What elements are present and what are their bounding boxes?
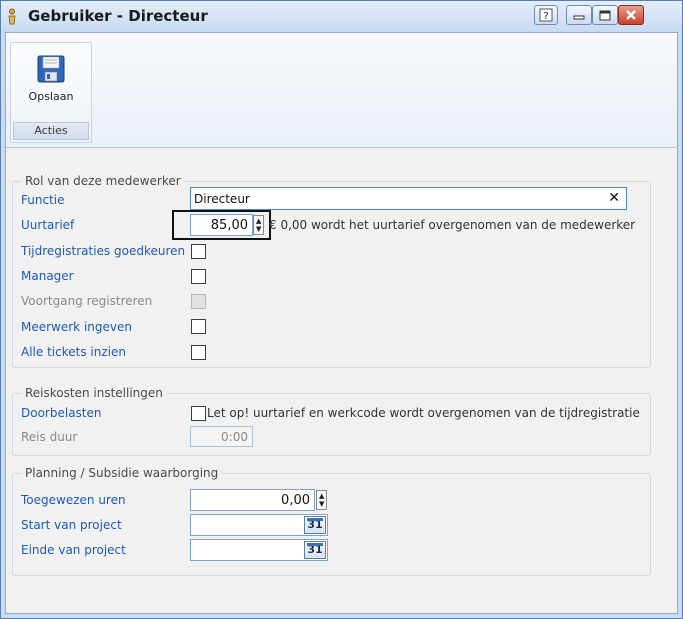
uurtarief-value: 85,00 [210, 218, 248, 233]
functie-field[interactable]: Directeur ✕ [190, 187, 627, 210]
einde-project-label: Einde van project [21, 543, 126, 557]
functie-label: Functie [21, 193, 65, 207]
spin-up-icon[interactable]: ▲ [256, 218, 261, 225]
save-button[interactable]: Opslaan [14, 46, 88, 108]
floppy-disk-icon [37, 55, 65, 83]
calendar-icon[interactable]: 31 [304, 516, 326, 534]
ribbon: Opslaan Acties [6, 33, 677, 148]
svg-text:?: ? [543, 11, 548, 22]
toegewezen-uren-field[interactable]: 0,00 [190, 489, 315, 511]
uurtarief-help: € 0,00 wordt het uurtarief overgenomen v… [269, 218, 636, 232]
minimize-icon [573, 15, 585, 20]
calendar-icon[interactable]: 31 [304, 541, 326, 559]
spin-up-icon[interactable]: ▲ [319, 493, 324, 500]
save-label: Opslaan [28, 90, 74, 103]
ribbon-group-acties: Opslaan Acties [10, 42, 92, 143]
close-icon [626, 10, 636, 20]
toegewezen-uren-label: Toegewezen uren [21, 493, 126, 507]
dialog-window: Gebruiker - Directeur ? Opslaan Acties R… [0, 0, 683, 619]
meerwerk-checkbox[interactable] [191, 319, 206, 334]
spin-down-icon[interactable]: ▼ [319, 501, 324, 508]
ribbon-group-label: Acties [13, 122, 89, 140]
manager-label: Manager [21, 269, 74, 283]
toegewezen-uren-value: 0,00 [281, 493, 310, 508]
close-button[interactable] [618, 5, 644, 25]
maximize-button[interactable] [592, 5, 618, 25]
functie-value: Directeur [194, 192, 250, 206]
doorbelasten-label: Doorbelasten [21, 406, 102, 420]
start-project-label: Start van project [21, 518, 122, 532]
voortgang-checkbox [191, 294, 206, 309]
clear-icon[interactable]: ✕ [608, 190, 620, 206]
meerwerk-label: Meerwerk ingeven [21, 320, 132, 334]
tickets-label: Alle tickets inzien [21, 345, 126, 359]
manager-checkbox[interactable] [191, 269, 206, 284]
tickets-checkbox[interactable] [191, 345, 206, 360]
maximize-icon [599, 10, 611, 20]
reisduur-label: Reis duur [21, 430, 78, 444]
doorbelasten-help: Let op! uurtarief en werkcode wordt over… [207, 406, 640, 420]
user-icon [8, 8, 16, 25]
travel-legend: Reiskosten instellingen [21, 386, 167, 400]
help-button[interactable]: ? [534, 5, 558, 25]
reisduur-value: 0:00 [221, 430, 248, 444]
planning-legend: Planning / Subsidie waarborging [21, 466, 223, 480]
doorbelasten-checkbox[interactable] [191, 406, 206, 421]
title-bar[interactable]: Gebruiker - Directeur ? [1, 1, 682, 32]
spin-down-icon[interactable]: ▼ [256, 226, 261, 233]
toegewezen-uren-stepper[interactable]: ▲ ▼ [316, 490, 327, 510]
tijdregistraties-label: Tijdregistraties goedkeuren [21, 244, 186, 258]
travel-fieldset: Reiskosten instellingen [12, 386, 651, 456]
uurtarief-label: Uurtarief [21, 218, 75, 232]
role-legend: Rol van deze medewerker [21, 174, 185, 188]
window-title: Gebruiker - Directeur [28, 7, 208, 25]
dialog-content: Opslaan Acties Rol van deze medewerker F… [5, 32, 678, 614]
reisduur-field: 0:00 [190, 426, 253, 447]
voortgang-label: Voortgang registreren [21, 294, 153, 308]
minimize-button[interactable] [566, 5, 592, 25]
tijdregistraties-checkbox[interactable] [191, 244, 206, 259]
uurtarief-stepper[interactable]: ▲ ▼ [253, 215, 264, 235]
help-icon: ? [539, 8, 553, 22]
uurtarief-field[interactable]: 85,00 [190, 214, 253, 236]
